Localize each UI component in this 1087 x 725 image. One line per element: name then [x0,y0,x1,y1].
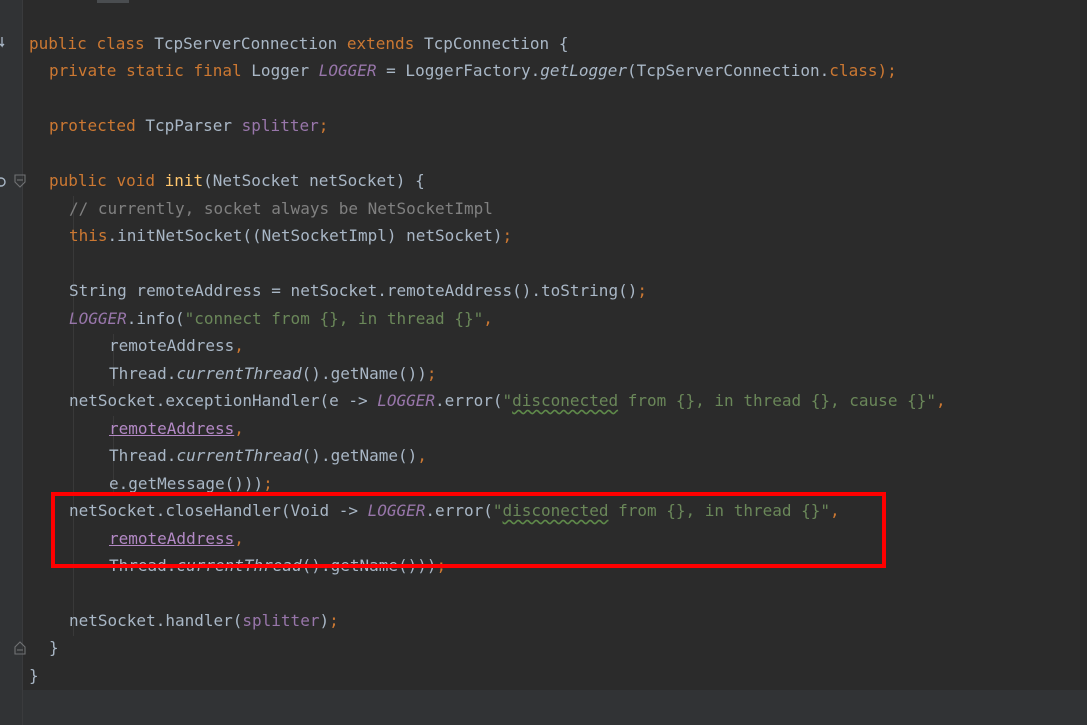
code-text: .initNetSocket((NetSocketImpl) netSocket… [107,226,503,245]
static-field: LOGGER [69,309,127,328]
code-line-handler[interactable]: netSocket.handler(splitter); [69,610,339,632]
code-line-remote-address[interactable]: String remoteAddress = netSocket.remoteA… [69,280,647,302]
code-text: ) [319,611,330,630]
code-text: Thread. [109,446,177,465]
keyword: protected [49,116,146,135]
captured-variable: remoteAddress [109,419,235,438]
keyword: class [829,61,878,80]
comment: // currently, socket always be NetSocket… [69,199,493,218]
punct: ; [502,226,513,245]
keyword: final [193,61,252,80]
horizontal-scroll-thumb[interactable] [97,0,129,3]
fold-close-icon[interactable] [14,641,26,655]
static-method: currentThread [176,364,302,383]
code-line-init-decl[interactable]: public void init(NetSocket netSocket) { [49,170,425,192]
code-editor[interactable]: public class TcpServerConnection extends… [0,0,1087,725]
string-literal: from {}, in thread {}, cause {}" [618,391,936,410]
keyword: private [49,61,127,80]
punct: ; [318,116,329,135]
keyword: extends [346,34,424,53]
punct: ); [877,61,897,80]
class-name: TcpServerConnection [154,34,347,53]
code-text: (TcpServerConnection. [627,61,830,80]
punct: , [234,336,244,355]
field: splitter [242,611,320,630]
code-text: Thread. [109,364,177,383]
indent-guide [73,196,74,636]
code-text: .error( [435,391,503,410]
code-line-splitter-field[interactable]: protected TcpParser splitter; [49,115,328,137]
punct: ; [329,611,339,630]
keyword: class [96,34,155,53]
code-text: e.getMessage())) [109,474,264,493]
punct: , [935,391,946,410]
code-line-comment[interactable]: // currently, socket always be NetSocket… [69,198,493,220]
code-text: ().getName()) [301,364,427,383]
keyword: static [126,61,194,80]
code-line-method-close[interactable]: } [49,637,59,659]
punct: , [417,446,427,465]
gutter-divider [22,0,23,725]
type-name: TcpParser [145,116,242,135]
code-line-arg-thread-name[interactable]: Thread.currentThread().getName()); [109,363,437,385]
code-line-arg-remote-address[interactable]: remoteAddress, [109,335,244,357]
string-literal: " [502,391,513,410]
bookmark-arrow-icon[interactable] [0,36,12,50]
override-marker-icon[interactable] [0,175,12,189]
code-text: (NetSocket netSocket) { [203,171,425,190]
punct: ; [426,364,437,383]
highlight-annotation-box [51,492,886,568]
line-gutter[interactable] [0,0,22,725]
punct: ; [637,281,647,300]
method-name: init [164,171,204,190]
keyword: public [29,34,97,53]
keyword: this [69,226,108,245]
static-field: LOGGER [318,61,377,80]
keyword: void [116,171,165,190]
type-name: Logger [251,61,319,80]
code-line-arg-thread-name[interactable]: Thread.currentThread().getName(), [109,445,427,467]
code-text: netSocket.handler( [69,611,243,630]
field: splitter [241,116,319,135]
code-line-class-decl[interactable]: public class TcpServerConnection extends… [29,33,568,55]
static-method: currentThread [176,446,302,465]
class-name: TcpConnection { [423,34,569,53]
code-text: .info( [126,309,185,328]
punct: , [234,419,244,438]
static-field: LOGGER [377,391,436,410]
code-line-logger-field[interactable]: private static final Logger LOGGER = Log… [49,60,897,82]
punct: , [483,309,493,328]
fold-open-icon[interactable] [14,174,26,188]
string-literal: "connect from {}, in thread {}" [184,309,484,328]
code-line-logger-info[interactable]: LOGGER.info("connect from {}, in thread … [69,308,493,330]
typo-word: disconected [512,391,619,410]
punct: ; [263,474,273,493]
code-line-init-net-socket[interactable]: this.initNetSocket((NetSocketImpl) netSo… [69,225,512,247]
closing-brace: } [29,666,39,685]
keyword: public [49,171,117,190]
closing-brace: } [49,638,59,657]
code-line-captured-remote-address[interactable]: remoteAddress, [109,418,244,440]
static-method: getLogger [540,61,627,80]
code-line-exception-handler[interactable]: netSocket.exceptionHandler(e -> LOGGER.e… [69,390,946,412]
code-text: = LoggerFactory. [376,61,541,80]
code-line-class-close[interactable]: } [29,665,39,687]
code-text: netSocket.exceptionHandler(e -> [69,391,378,410]
code-text: remoteAddress [109,336,235,355]
empty-editor-area [23,690,1087,725]
code-text: String remoteAddress = netSocket.remoteA… [69,281,638,300]
code-text: ().getName() [301,446,418,465]
